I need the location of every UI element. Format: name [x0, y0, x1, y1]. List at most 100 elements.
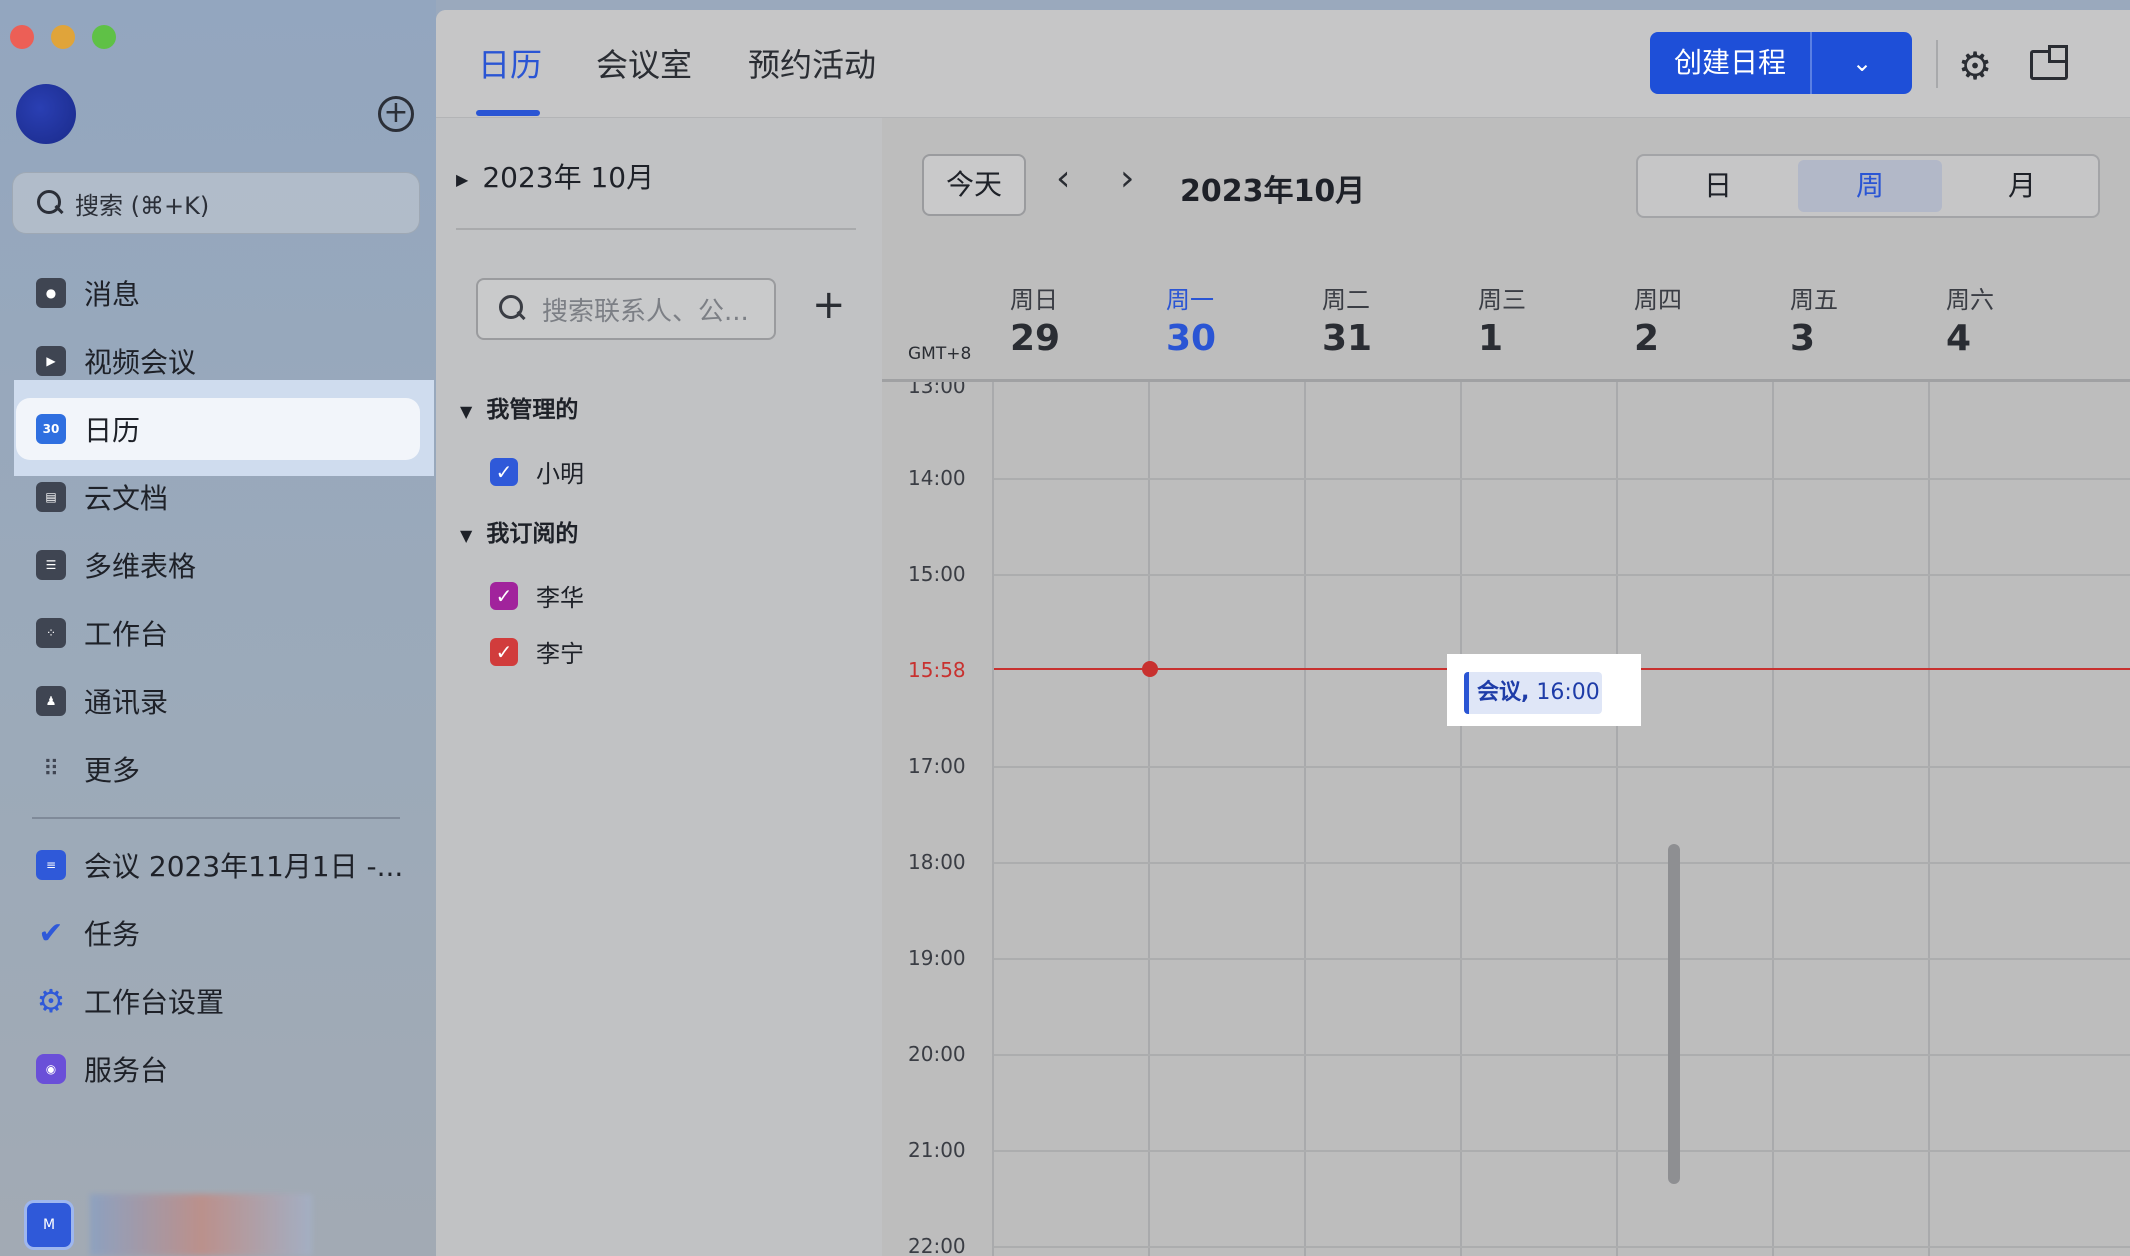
tab-meeting-rooms[interactable]: 会议室: [596, 40, 692, 86]
more-dots-icon: ⠿: [42, 756, 60, 782]
day-header-sat[interactable]: 周六 4: [1930, 258, 2086, 382]
view-week-option[interactable]: 周: [1798, 160, 1942, 212]
day-header-wed[interactable]: 周三 1: [1462, 258, 1618, 382]
search-icon: [35, 188, 65, 218]
week-view: 今天 ‹ › 2023年10月 日 周 月 GMT+8 周日 29 周一 30: [882, 118, 2130, 1256]
time-label: 21:00: [908, 1138, 966, 1162]
app-window: + 搜索 (⌘+K) ● 消息 ▶ 视频会议 30 日历 ▤ 云文档 ☰ 多维表…: [0, 0, 2130, 1256]
sidebar-item-docs[interactable]: ▤ 云文档: [14, 466, 420, 528]
document-icon: ▤: [36, 482, 66, 512]
grid-column-line: [1616, 382, 1618, 1256]
sidebar-item-contacts[interactable]: ♟ 通讯录: [14, 670, 420, 732]
add-calendar-plus-icon[interactable]: +: [812, 282, 846, 328]
event-chip-meeting[interactable]: 会议, 16:00: [1464, 672, 1602, 714]
sidebar: + 搜索 (⌘+K) ● 消息 ▶ 视频会议 30 日历 ▤ 云文档 ☰ 多维表…: [0, 0, 436, 1256]
zoom-window-button[interactable]: [92, 25, 116, 49]
time-label: 19:00: [908, 946, 966, 970]
day-header-tue[interactable]: 周二 31: [1306, 258, 1462, 382]
blurred-account-area: [90, 1194, 312, 1256]
sidebar-item-video-meeting[interactable]: ▶ 视频会议: [14, 330, 420, 392]
tab-calendar[interactable]: 日历: [478, 40, 542, 86]
avatar[interactable]: [16, 84, 76, 144]
top-bar: 日历 会议室 预约活动 创建日程 ⌄ ⚙: [436, 10, 2130, 118]
checkbox-checked-icon[interactable]: ✓: [490, 457, 518, 486]
current-time-label: 15:58: [908, 658, 966, 682]
service-desk-icon: ◉: [36, 1054, 66, 1084]
chevron-left-icon[interactable]: ‹: [1056, 158, 1070, 199]
triangle-right-icon: ▶: [456, 169, 469, 189]
hour-line: [994, 1246, 2130, 1248]
grid-column-line: [1772, 382, 1774, 1256]
sidebar-item-messages[interactable]: ● 消息: [14, 262, 420, 324]
task-check-icon: ✔: [38, 915, 64, 951]
hour-line: [994, 574, 2130, 576]
time-grid[interactable]: 13:00 14:00 15:00 17:00 18:00 19:00 20:0…: [882, 382, 2130, 1256]
time-label: 13:00: [908, 382, 966, 398]
chevron-right-icon[interactable]: ›: [1120, 158, 1134, 199]
active-tab-indicator: [476, 110, 540, 116]
workspace-switcher-button[interactable]: M: [24, 1200, 74, 1250]
calendar-icon: 30: [36, 414, 66, 444]
hour-line: [994, 766, 2130, 768]
view-month-option[interactable]: 月: [1950, 160, 2094, 212]
sidebar-item-calendar[interactable]: 30 日历: [14, 398, 420, 460]
apps-grid-icon: ⁘: [36, 618, 66, 648]
view-switcher: 日 周 月: [1636, 154, 2100, 218]
timezone-label: GMT+8: [908, 344, 972, 364]
vertical-scrollbar[interactable]: [1668, 844, 1680, 1184]
doc-blue-icon: ≡: [36, 850, 66, 880]
time-label: 15:00: [908, 562, 966, 586]
day-header-fri[interactable]: 周五 3: [1774, 258, 1930, 382]
triangle-down-icon: ▼: [460, 402, 473, 421]
sidebar-item-base[interactable]: ☰ 多维表格: [14, 534, 420, 596]
search-input[interactable]: 搜索 (⌘+K): [12, 172, 420, 234]
panel-divider: [456, 228, 856, 230]
checkbox-checked-icon[interactable]: ✓: [490, 581, 518, 610]
create-event-button[interactable]: 创建日程 ⌄: [1650, 32, 1912, 94]
today-button[interactable]: 今天: [922, 154, 1026, 216]
chevron-down-icon[interactable]: ⌄: [1812, 32, 1912, 94]
checkbox-checked-icon[interactable]: ✓: [490, 637, 518, 666]
current-time-dot: [1142, 661, 1158, 677]
calendar-list-panel: ▶ 2023年 10月 搜索联系人、公... + ▼ 我管理的 ✓ 小明 ▼ 我订阅的…: [436, 118, 882, 1256]
sidebar-item-meeting-doc[interactable]: ≡ 会议 2023年11月1日 -...: [14, 834, 420, 896]
hour-line: [994, 1150, 2130, 1152]
view-day-option[interactable]: 日: [1646, 160, 1790, 212]
calendar-item-lining[interactable]: ✓ 李宁: [490, 634, 584, 669]
grid-column-line: [1304, 382, 1306, 1256]
sidebar-item-more[interactable]: ⠿ 更多: [14, 738, 420, 800]
calendar-item-xiaoming[interactable]: ✓ 小明: [490, 454, 584, 489]
settings-gear-icon: ⚙: [36, 982, 66, 1020]
tab-booking-events[interactable]: 预约活动: [748, 40, 876, 86]
time-label: 18:00: [908, 850, 966, 874]
day-header-thu[interactable]: 周四 2: [1618, 258, 1774, 382]
mini-month-toggle[interactable]: ▶ 2023年 10月: [456, 156, 654, 196]
contact-search-input[interactable]: 搜索联系人、公...: [476, 278, 776, 340]
sidebar-item-service-desk[interactable]: ◉ 服务台: [14, 1038, 420, 1100]
grid-column-line: [1928, 382, 1930, 1256]
sidebar-item-workplace-settings[interactable]: ⚙ 工作台设置: [14, 970, 420, 1032]
sidebar-item-workplace[interactable]: ⁘ 工作台: [14, 602, 420, 664]
open-window-icon[interactable]: [2030, 45, 2068, 80]
group-subscribed[interactable]: ▼ 我订阅的: [460, 514, 578, 548]
day-header-mon[interactable]: 周一 30: [1150, 258, 1306, 382]
add-circle-icon[interactable]: +: [378, 96, 414, 132]
sidebar-item-tasks[interactable]: ✔ 任务: [14, 902, 420, 964]
day-header-sun[interactable]: 周日 29: [994, 258, 1150, 382]
group-managed[interactable]: ▼ 我管理的: [460, 390, 578, 424]
calendar-item-lihua[interactable]: ✓ 李华: [490, 578, 584, 613]
close-window-button[interactable]: [10, 25, 34, 49]
calendar-title: 2023年10月: [1180, 174, 1366, 209]
settings-icon[interactable]: ⚙: [1958, 44, 1992, 88]
main-panel: 日历 会议室 预约活动 创建日程 ⌄ ⚙ ▶ 2023年 10月 搜索联系人、公.…: [436, 10, 2130, 1256]
time-label: 14:00: [908, 466, 966, 490]
chat-bubble-icon: ●: [36, 278, 66, 308]
minimize-window-button[interactable]: [51, 25, 75, 49]
grid-column-line: [1148, 382, 1150, 1256]
contacts-icon: ♟: [36, 686, 66, 716]
hour-line: [994, 862, 2130, 864]
search-icon: [498, 294, 528, 324]
video-camera-icon: ▶: [36, 346, 66, 376]
time-label: 17:00: [908, 754, 966, 778]
hour-line: [994, 1054, 2130, 1056]
